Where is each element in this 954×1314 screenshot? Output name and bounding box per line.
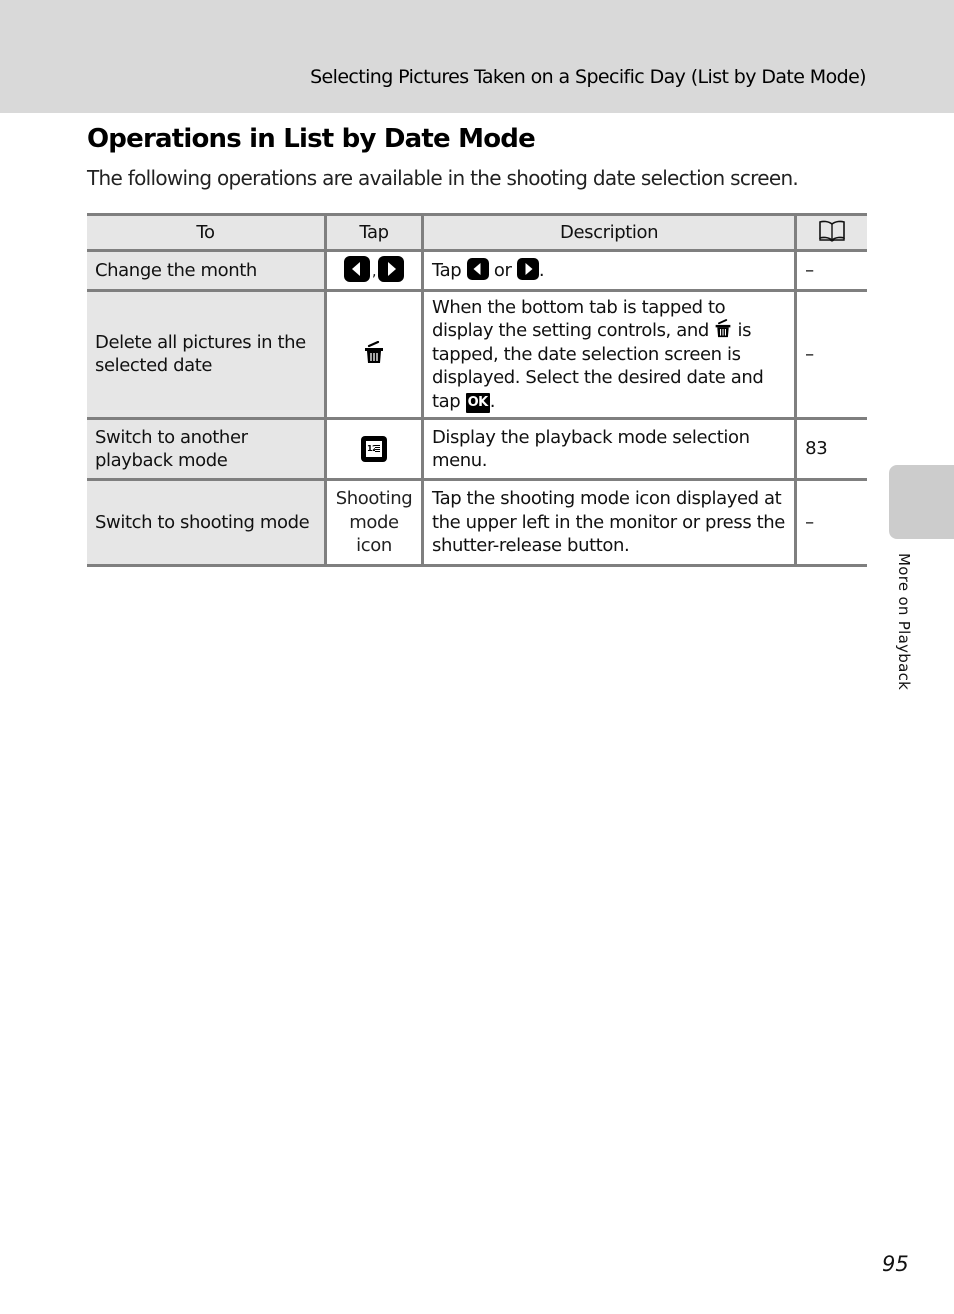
table-header-row: To Tap Description [87, 213, 867, 252]
description-text: Tap [431, 260, 462, 281]
header-to: To [87, 213, 327, 252]
row-description: When the bottom tab is tapped to display… [420, 288, 798, 420]
row-reference: 83 [794, 417, 867, 481]
description-text: . [489, 390, 496, 412]
row-description: Display the playback mode selection menu… [420, 417, 798, 481]
row-tap: Shooting mode icon [323, 478, 424, 567]
table-row: Delete all pictures in the selected date… [87, 288, 867, 420]
description-text: . [538, 260, 545, 281]
header-reference [794, 213, 867, 252]
page-title: Operations in List by Date Mode [87, 124, 536, 154]
row-to: Switch to shooting mode [87, 478, 327, 567]
ok-button-icon: OK [465, 392, 490, 413]
page-number: 95 [882, 1252, 909, 1276]
row-to: Switch to another playback mode [87, 417, 327, 481]
playback-mode-icon-text: 12 [365, 441, 382, 457]
right-arrow-key-icon [516, 258, 539, 280]
header-band: Selecting Pictures Taken on a Specific D… [0, 0, 954, 113]
right-arrow-key-icon [378, 256, 404, 282]
book-icon [818, 220, 846, 243]
row-tap [323, 288, 424, 420]
side-tab-label: More on Playback [895, 553, 913, 691]
intro-text: The following operations are available i… [87, 166, 799, 190]
operations-table: To Tap Description Change the month , Ta… [87, 213, 867, 567]
table-row: Switch to shooting mode Shooting mode ic… [87, 478, 867, 567]
header-description: Description [420, 213, 798, 252]
table-row: Change the month , Tap or . – [87, 249, 867, 292]
row-reference: – [794, 288, 867, 420]
description-text: or [493, 260, 512, 281]
trash-icon [714, 319, 737, 341]
row-to: Delete all pictures in the selected date [87, 288, 327, 420]
table-row: Switch to another playback mode 12 Displ… [87, 417, 867, 481]
tap-separator: , [371, 264, 376, 280]
playback-mode-icon: 12 [360, 436, 387, 462]
row-tap: , [323, 249, 424, 292]
left-arrow-key-icon [466, 258, 489, 280]
row-description: Tap the shooting mode icon displayed at … [420, 478, 798, 567]
row-to: Change the month [87, 249, 327, 292]
description-text: When the bottom tab is tapped to display… [431, 296, 726, 342]
row-description: Tap or . [420, 249, 798, 292]
row-reference: – [794, 478, 867, 567]
left-arrow-key-icon [343, 256, 370, 282]
header-tap: Tap [323, 213, 424, 252]
section-title: Selecting Pictures Taken on a Specific D… [310, 66, 867, 88]
side-tab [889, 465, 954, 539]
row-tap: 12 [323, 417, 424, 481]
trash-icon [363, 340, 385, 367]
row-reference: – [794, 249, 867, 292]
